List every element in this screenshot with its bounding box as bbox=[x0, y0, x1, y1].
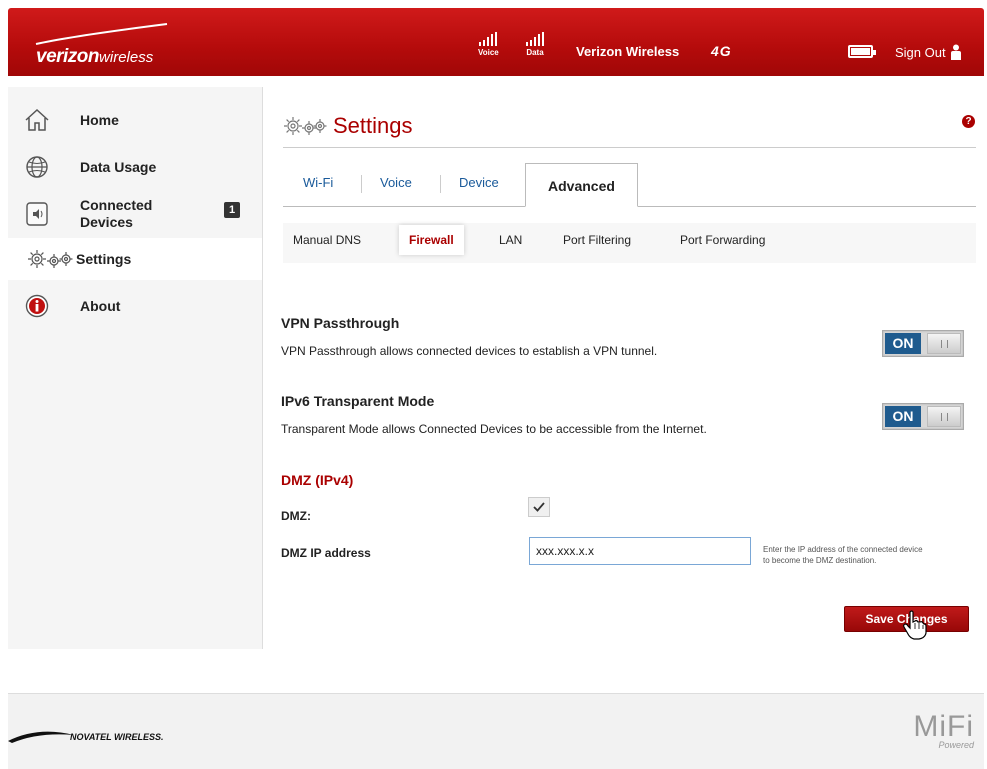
ipv6-toggle[interactable]: ON bbox=[882, 403, 964, 430]
sidebar-item-data-usage[interactable]: Data Usage bbox=[8, 144, 262, 190]
verizon-check-icon bbox=[35, 23, 168, 45]
voice-signal-label: Voice bbox=[478, 48, 499, 57]
sidebar-item-settings[interactable]: Settings bbox=[8, 238, 262, 280]
gears-icon bbox=[26, 246, 74, 272]
sidebar-item-home[interactable]: Home bbox=[8, 96, 262, 144]
title-divider bbox=[283, 147, 976, 148]
data-signal-label: Data bbox=[526, 48, 544, 57]
mifi-logo: MiFi Powered bbox=[913, 710, 974, 750]
hand-cursor-icon bbox=[903, 610, 927, 640]
settings-tabs: Wi-Fi Voice Device Advanced bbox=[283, 163, 976, 207]
ipv6-description: Transparent Mode allows Connected Device… bbox=[281, 422, 707, 436]
logo-main-text: verizon bbox=[36, 46, 100, 67]
speaker-icon bbox=[24, 201, 50, 227]
mifi-text: MiFi bbox=[913, 710, 974, 743]
sign-out-label: Sign Out bbox=[895, 44, 946, 60]
network-type-badge: 4G bbox=[711, 43, 732, 59]
user-icon bbox=[950, 44, 961, 60]
sidebar-item-label: Home bbox=[80, 111, 119, 128]
tab-separator bbox=[440, 175, 441, 193]
top-header: verizonwireless Voice Data Verizon Wirel… bbox=[8, 8, 984, 76]
settings-gears-icon bbox=[284, 117, 327, 135]
carrier-name: Verizon Wireless bbox=[576, 44, 680, 59]
sign-out-link[interactable]: Sign Out bbox=[895, 44, 962, 60]
subtab-firewall[interactable]: Firewall bbox=[399, 225, 464, 255]
page-title: Settings bbox=[283, 113, 413, 139]
tab-voice[interactable]: Voice bbox=[380, 175, 412, 190]
tab-separator bbox=[361, 175, 362, 193]
data-signal: Data bbox=[526, 32, 544, 57]
toggle-knob bbox=[927, 333, 961, 354]
dmz-heading: DMZ (IPv4) bbox=[281, 472, 354, 488]
logo-sub-text: wireless bbox=[99, 49, 154, 66]
vpn-toggle-state: ON bbox=[885, 333, 921, 354]
help-icon[interactable]: ? bbox=[962, 115, 975, 128]
main-panel: Settings ? Wi-Fi Voice Device Advanced M… bbox=[263, 87, 984, 649]
data-signal-icon bbox=[526, 32, 544, 46]
page-footer: NOVATEL WIRELESS. MiFi Powered bbox=[8, 693, 984, 769]
home-icon bbox=[24, 107, 50, 133]
tab-wifi[interactable]: Wi-Fi bbox=[303, 175, 333, 190]
tab-device[interactable]: Device bbox=[459, 175, 499, 190]
novatel-text: NOVATEL WIRELESS. bbox=[70, 732, 164, 742]
checkmark-icon bbox=[533, 502, 545, 512]
ipv6-title: IPv6 Transparent Mode bbox=[281, 393, 435, 409]
connected-label-line2: Devices bbox=[80, 214, 133, 230]
sidebar-item-label: Settings bbox=[76, 250, 132, 267]
subtab-port-forwarding[interactable]: Port Forwarding bbox=[680, 233, 765, 247]
dmz-ip-hint-line1: Enter the IP address of the connected de… bbox=[763, 545, 923, 554]
vpn-title: VPN Passthrough bbox=[281, 315, 400, 331]
sidebar-item-label: Connected Devices bbox=[80, 197, 152, 231]
subtab-manual-dns[interactable]: Manual DNS bbox=[293, 233, 361, 247]
subtab-port-filtering[interactable]: Port Filtering bbox=[563, 233, 631, 247]
voice-signal-icon bbox=[478, 32, 499, 46]
battery-icon bbox=[848, 45, 876, 58]
ipv6-toggle-state: ON bbox=[885, 406, 921, 427]
vpn-description: VPN Passthrough allows connected devices… bbox=[281, 344, 658, 358]
novatel-logo: NOVATEL WIRELESS. bbox=[8, 730, 164, 744]
info-icon bbox=[24, 293, 50, 319]
dmz-ip-hint: Enter the IP address of the connected de… bbox=[763, 544, 973, 566]
toggle-knob bbox=[927, 406, 961, 427]
tab-advanced[interactable]: Advanced bbox=[525, 163, 638, 207]
sidebar-item-label: About bbox=[80, 297, 121, 314]
sidebar-item-label: Data Usage bbox=[80, 158, 157, 175]
sidebar-nav: Home Data Usage Connected Devices 1 Sett… bbox=[8, 96, 262, 332]
connected-label-line1: Connected bbox=[80, 197, 153, 213]
novatel-swoosh-icon bbox=[8, 731, 74, 743]
dmz-ip-label: DMZ IP address bbox=[281, 546, 371, 560]
dmz-ip-input[interactable] bbox=[529, 537, 751, 565]
globe-icon bbox=[24, 154, 50, 180]
subtab-lan[interactable]: LAN bbox=[499, 233, 522, 247]
sidebar-item-connected-devices[interactable]: Connected Devices 1 bbox=[8, 190, 262, 238]
voice-signal: Voice bbox=[478, 32, 499, 57]
page-title-text: Settings bbox=[333, 113, 413, 138]
verizon-logo: verizonwireless bbox=[36, 46, 153, 68]
dmz-label: DMZ: bbox=[281, 509, 311, 523]
vpn-toggle[interactable]: ON bbox=[882, 330, 964, 357]
dmz-checkbox[interactable] bbox=[528, 497, 550, 517]
sidebar-item-about[interactable]: About bbox=[8, 280, 262, 332]
dmz-ip-hint-line2: to become the DMZ destination. bbox=[763, 556, 877, 565]
connected-count-badge: 1 bbox=[224, 202, 240, 218]
